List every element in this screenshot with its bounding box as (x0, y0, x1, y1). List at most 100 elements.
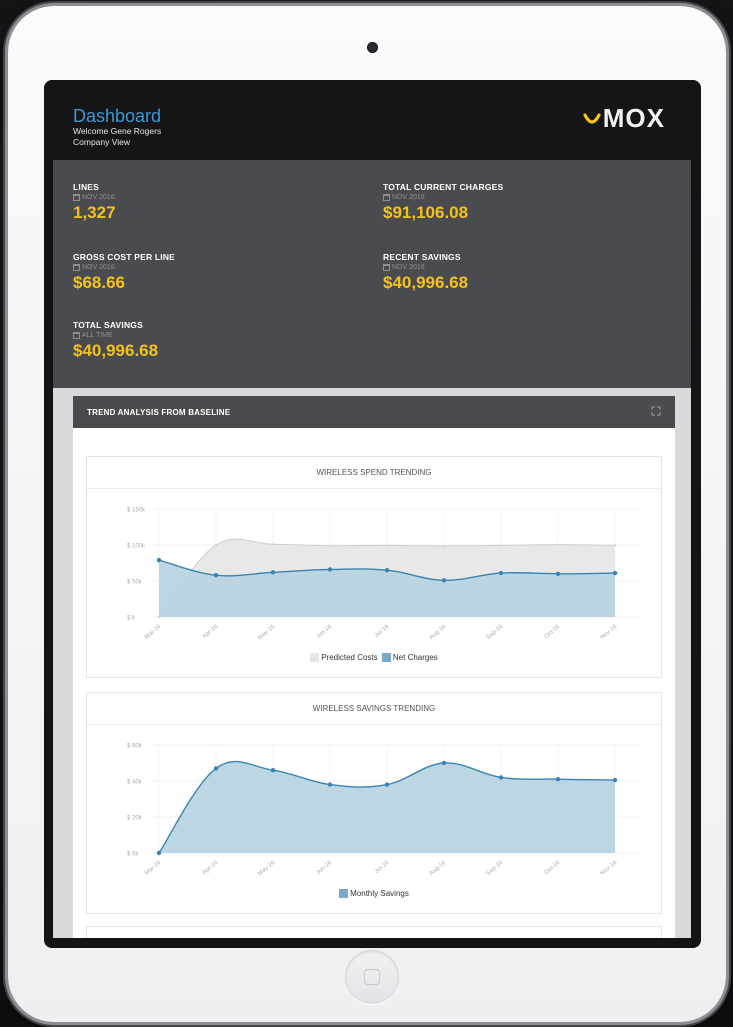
app-window: Dashboard Welcome Gene Rogers Company Vi… (53, 90, 691, 938)
data-point (613, 544, 617, 547)
data-point (385, 544, 389, 547)
view-label: Company View (73, 137, 131, 147)
stat-label: RECENT SAVINGS (383, 252, 461, 262)
stat-label: TOTAL SAVINGS (73, 320, 143, 330)
x-tick-label: Nov-16 (600, 624, 619, 641)
data-point (442, 544, 446, 548)
data-point (498, 570, 504, 576)
tablet-screen: Dashboard Welcome Gene Rogers Company Vi… (44, 80, 701, 948)
calendar-icon (383, 264, 390, 271)
stat-lines: LINES NOV 2016 1,327 (73, 182, 116, 223)
stat-period: NOV 2016 (392, 264, 425, 271)
x-tick-label: Oct-16 (544, 860, 562, 877)
data-point (270, 768, 276, 773)
y-tick-label: $ 40k (127, 780, 143, 786)
stat-label: GROSS COST PER LINE (73, 252, 176, 262)
data-point (612, 570, 618, 576)
stat-label: TOTAL CURRENT CHARGES (383, 182, 504, 192)
camera (367, 42, 378, 53)
x-tick-label: Apr-16 (202, 624, 220, 641)
stat-value: $40,996.68 (383, 273, 469, 292)
legend-item-net-charges[interactable]: Net Charges (381, 653, 438, 662)
expand-icon[interactable] (651, 406, 661, 416)
data-point (213, 573, 219, 578)
data-point (328, 544, 332, 547)
data-point (555, 571, 561, 576)
data-point (499, 544, 503, 547)
calendar-icon (73, 332, 80, 339)
stat-total-savings: TOTAL SAVINGS ALL TIME $40,996.68 (73, 320, 158, 361)
tablet-frame: Dashboard Welcome Gene Rogers Company Vi… (8, 6, 726, 1022)
y-tick-label: $ 100k (127, 544, 146, 550)
x-tick-label: Apr-16 (202, 860, 220, 877)
x-tick-label: May-16 (257, 860, 277, 878)
stat-value: 1,327 (73, 203, 116, 222)
stat-value: $40,996.68 (73, 341, 159, 360)
data-point (270, 570, 276, 575)
calendar-icon (73, 194, 80, 201)
x-tick-label: Jul-16 (374, 860, 391, 876)
home-button[interactable] (345, 950, 399, 1004)
legend-item-monthly-savings[interactable]: Monthly Savings (339, 889, 409, 898)
savings-chart-card: WIRELESS SAVINGS TRENDING $ 0k $ 20k $ 40k… (86, 692, 662, 914)
data-point (498, 775, 504, 780)
stat-label: LINES (73, 182, 100, 192)
x-tick-label: Jun-16 (315, 624, 333, 641)
x-tick-label: May-16 (257, 624, 277, 642)
next-chart-card (86, 926, 662, 938)
logo-wordmark: MOX (602, 103, 665, 133)
data-point (441, 578, 447, 583)
stat-value: $91,106.08 (383, 203, 469, 222)
y-tick-label: $ k (127, 616, 136, 622)
calendar-icon (73, 264, 80, 271)
chart-title: WIRELESS SAVINGS TRENDING (87, 693, 661, 725)
data-point (384, 782, 390, 787)
stat-total-current-charges: TOTAL CURRENT CHARGES NOV 2016 $91,106.0… (383, 182, 503, 223)
legend-item-predicted[interactable]: Predicted Costs (310, 653, 378, 662)
data-point (327, 782, 333, 787)
x-tick-label: Aug-16 (429, 624, 448, 641)
stat-period: NOV 2016 (392, 194, 425, 201)
chart-title: WIRELESS SPEND TRENDING (87, 457, 661, 489)
stats-section: LINES NOV 2016 1,327 TOTAL CURRENT CHARG… (53, 160, 691, 388)
data-point (214, 543, 218, 547)
spend-chart-card: WIRELESS SPEND TRENDING $ k $ 50k $ 100k $ … (86, 456, 662, 678)
data-point (271, 543, 275, 546)
data-point (441, 760, 447, 766)
x-tick-label: Nov-16 (600, 860, 619, 877)
y-tick-label: $ 60k (127, 744, 143, 750)
x-tick-label: Sep-16 (486, 860, 505, 877)
panel-title: TREND ANALYSIS FROM BASELINE (87, 408, 231, 417)
x-tick-label: Sep-16 (486, 624, 505, 641)
data-point (156, 850, 162, 856)
data-point (612, 777, 618, 783)
savings-chart-legend: Monthly Savings (87, 889, 661, 900)
x-tick-label: Mar-16 (144, 860, 163, 877)
calendar-icon (383, 194, 390, 201)
data-point (555, 777, 561, 782)
spend-chart: $ k $ 50k $ 100k $ 150k Mar-16 Apr-16 May-16 Ju… (127, 508, 642, 642)
x-tick-label: Jun-16 (315, 860, 333, 877)
stat-period: NOV 2016 (82, 264, 115, 271)
x-tick-label: Aug-16 (429, 860, 448, 877)
x-tick-label: Mar-16 (144, 624, 163, 641)
stat-gross-cost-per-line: GROSS COST PER LINE NOV 2016 $68.66 (73, 252, 175, 293)
stat-period: NOV 2016 (82, 194, 115, 201)
spend-chart-legend: Predicted Costs Net Charges (87, 653, 661, 664)
data-point (384, 568, 390, 573)
y-tick-label: $ 0k (127, 852, 139, 858)
data-point (327, 567, 333, 572)
stat-period: ALL TIME (82, 332, 113, 339)
home-icon (364, 969, 380, 985)
data-point (213, 766, 219, 771)
panel-header: TREND ANALYSIS FROM BASELINE (73, 396, 675, 428)
x-tick-label: Oct-16 (544, 624, 562, 641)
data-point (156, 557, 162, 563)
trend-analysis-panel: TREND ANALYSIS FROM BASELINE WIRELESS SP… (73, 396, 675, 938)
y-tick-label: $ 150k (127, 508, 146, 514)
y-tick-label: $ 20k (127, 816, 143, 822)
stat-value: $68.66 (73, 273, 125, 292)
vmox-logo[interactable]: MOX (583, 105, 665, 131)
data-point (556, 543, 560, 546)
stat-recent-savings: RECENT SAVINGS NOV 2016 $40,996.68 (383, 252, 468, 293)
